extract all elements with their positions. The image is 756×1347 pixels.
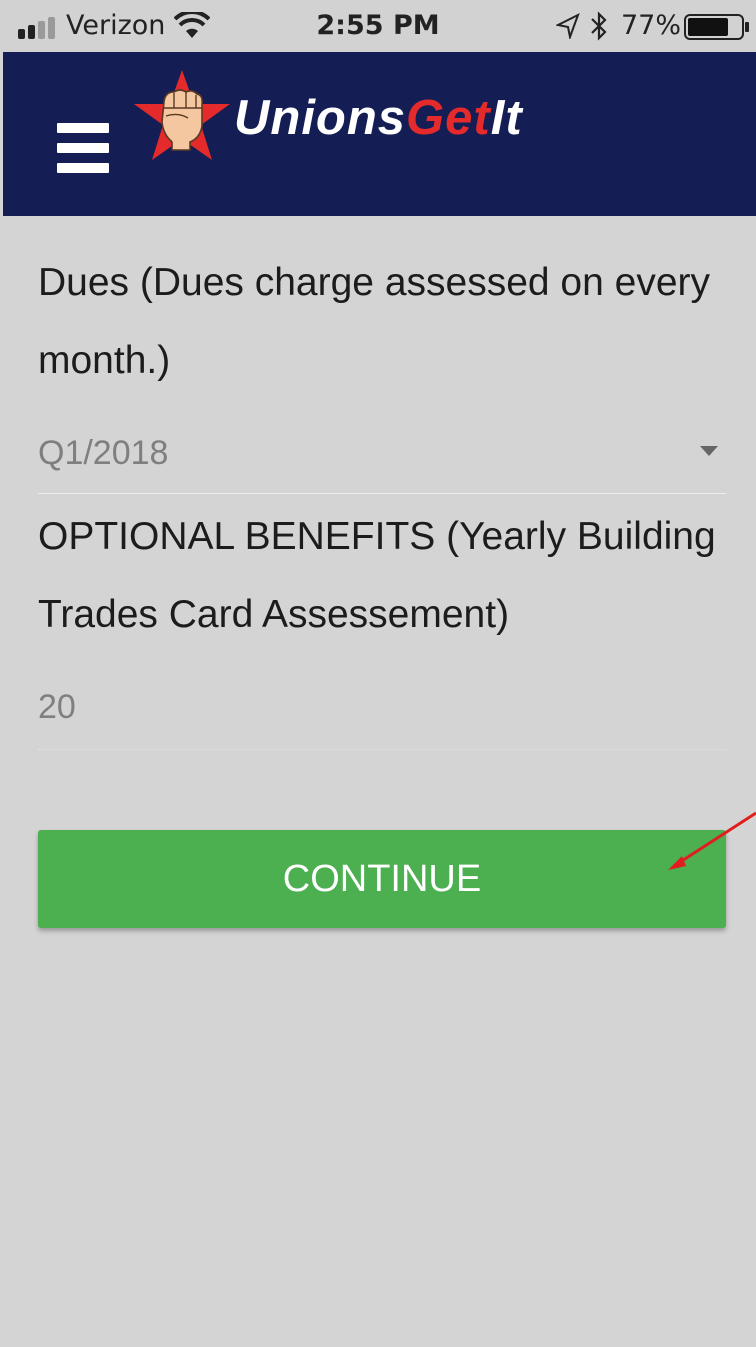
annotation-arrow-icon: [668, 811, 756, 870]
app-header: UnionsGetIt: [3, 52, 756, 216]
battery-icon: [684, 14, 749, 40]
continue-button[interactable]: CONTINUE: [38, 830, 726, 928]
app-logo: UnionsGetIt: [130, 68, 630, 168]
bluetooth-icon: [591, 11, 607, 41]
dues-period-select[interactable]: Q1/2018: [38, 426, 726, 494]
location-icon: [556, 13, 580, 39]
chevron-down-icon: [700, 446, 718, 456]
battery-percent: 77%: [621, 10, 682, 41]
star-fist-logo-icon: [134, 70, 230, 160]
logo-wordmark: UnionsGetIt: [234, 91, 523, 145]
optional-benefits-value: 20: [38, 688, 76, 726]
status-bar: Verizon 2:55 PM 77%: [0, 0, 756, 52]
dues-period-value: Q1/2018: [38, 434, 169, 472]
optional-benefits-label: OPTIONAL BENEFITS (Yearly Building Trade…: [38, 515, 716, 636]
optional-benefits-input[interactable]: 20: [38, 678, 726, 750]
dues-label: Dues (Dues charge assessed on every mont…: [38, 261, 711, 382]
menu-icon[interactable]: [57, 123, 109, 173]
